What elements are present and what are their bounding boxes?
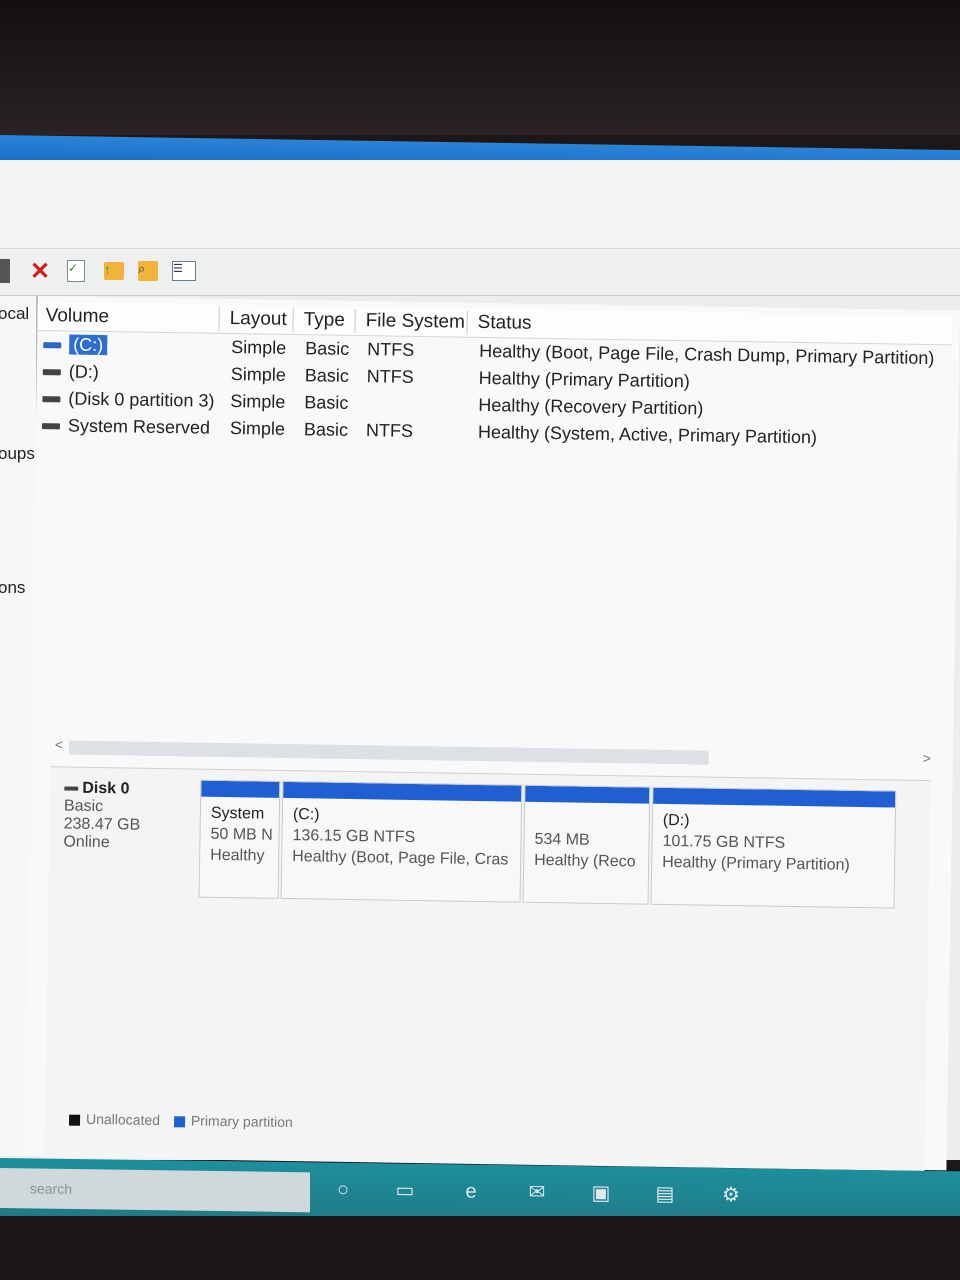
delete-icon[interactable]: ✕ — [28, 258, 52, 285]
volume-icon — [42, 369, 61, 376]
column-header-volume[interactable]: Volume — [37, 303, 220, 331]
partition-recovery[interactable]: 534 MB Healthy (Reco — [522, 784, 651, 905]
properties-icon[interactable]: ☰ — [172, 259, 196, 283]
partition-system-reserved[interactable]: System 50 MB N Healthy — [198, 779, 281, 899]
horizontal-scrollbar[interactable]: < > — [51, 736, 931, 772]
disk-size: 238.47 GB — [63, 815, 141, 834]
legend-swatch-primary — [173, 1116, 185, 1128]
partition-bar — [201, 780, 280, 798]
back-icon[interactable] — [0, 259, 10, 283]
edge-icon[interactable]: e — [456, 1178, 486, 1204]
volume-cell: (Disk 0 partition 3) — [42, 386, 215, 413]
type-cell: Basic — [304, 365, 349, 386]
up-folder-icon[interactable]: ↑ — [102, 259, 126, 283]
mail-icon[interactable]: ✉ — [522, 1179, 552, 1205]
tree-item-local[interactable]: ocal — [0, 304, 29, 324]
explorer-icon[interactable]: ▤ — [650, 1181, 680, 1207]
find-icon[interactable]: ⌕ — [136, 259, 160, 283]
tree-item-options[interactable]: ons — [0, 578, 25, 598]
disk-graphical-view: Disk 0 Basic 238.47 GB Online System 50 … — [44, 766, 931, 1172]
legend-label-primary: Primary partition — [190, 1112, 293, 1131]
partition-c[interactable]: (C:) 136.15 GB NTFS Healthy (Boot, Page … — [280, 780, 523, 903]
status-cell: Healthy (System, Active, Primary Partiti… — [477, 421, 818, 448]
tree-item-groups[interactable]: oups — [0, 444, 35, 464]
file-system-cell: NTFS — [366, 366, 414, 387]
settings-icon[interactable]: ⚙ — [716, 1182, 746, 1208]
cortana-icon[interactable]: ○ — [328, 1177, 358, 1203]
taskbar-search-input[interactable]: search — [0, 1168, 310, 1213]
partition-info: System 50 MB N Healthy — [210, 804, 273, 865]
type-cell: Basic — [304, 392, 349, 413]
column-header-layout[interactable]: Layout — [221, 306, 294, 333]
disk-name: Disk 0 — [64, 779, 194, 799]
partition-info: 534 MB Healthy (Reco — [534, 830, 636, 871]
disk-type: Basic — [63, 797, 104, 816]
disk-management-window: ✕ ✓ ↑ ⌕ ☰ ocal oups ons Volume Layout Ty… — [0, 160, 960, 1172]
column-header-type[interactable]: Type — [295, 308, 356, 333]
scroll-left-icon[interactable]: < — [55, 736, 63, 752]
partition-d[interactable]: (D:) 101.75 GB NTFS Healthy (Primary Par… — [650, 786, 897, 909]
toolbar: ✕ ✓ ↑ ⌕ ☰ — [0, 248, 960, 296]
layout-cell: Simple — [230, 364, 286, 385]
partition-info: (D:) 101.75 GB NTFS Healthy (Primary Par… — [662, 811, 850, 874]
status-cell: Healthy (Recovery Partition) — [478, 394, 704, 419]
volume-list-pane: Volume Layout Type File System Status (C… — [24, 296, 960, 1172]
type-cell: Basic — [303, 419, 349, 440]
volume-cell: System Reserved — [41, 413, 210, 440]
partition-bar — [525, 785, 650, 804]
monitor-bezel-bottom — [0, 1216, 960, 1280]
volume-icon — [43, 342, 62, 349]
volume-icon — [42, 396, 61, 403]
status-cell: Healthy (Primary Partition) — [478, 367, 690, 392]
partition-info: (C:) 136.15 GB NTFS Healthy (Boot, Page … — [292, 806, 509, 869]
disk-label[interactable]: Disk 0 Basic 238.47 GB Online — [63, 779, 194, 853]
scroll-thumb[interactable] — [68, 740, 709, 765]
layout-cell: Simple — [231, 337, 287, 358]
scroll-right-icon[interactable]: > — [923, 750, 931, 766]
legend-swatch-unallocated — [68, 1114, 81, 1126]
legend: Unallocated Primary partition — [68, 1110, 293, 1131]
task-view-icon[interactable]: ▭ — [390, 1177, 420, 1203]
type-cell: Basic — [305, 338, 350, 359]
legend-label-unallocated: Unallocated — [85, 1110, 161, 1129]
check-document-icon[interactable]: ✓ — [64, 259, 88, 283]
file-system-cell: NTFS — [367, 339, 415, 360]
layout-cell: Simple — [229, 418, 286, 439]
column-header-file-system[interactable]: File System — [357, 309, 468, 335]
layout-cell: Simple — [230, 391, 286, 412]
volume-cell: (C:) — [43, 332, 108, 357]
file-system-cell: NTFS — [365, 420, 414, 441]
volume-icon — [41, 423, 60, 430]
disk-state: Online — [63, 833, 110, 852]
volume-cell: (D:) — [42, 359, 99, 384]
disk-icon — [64, 786, 79, 791]
menu-band — [0, 160, 960, 248]
monitor-bezel-top — [0, 0, 960, 135]
store-icon[interactable]: ▣ — [586, 1180, 616, 1206]
